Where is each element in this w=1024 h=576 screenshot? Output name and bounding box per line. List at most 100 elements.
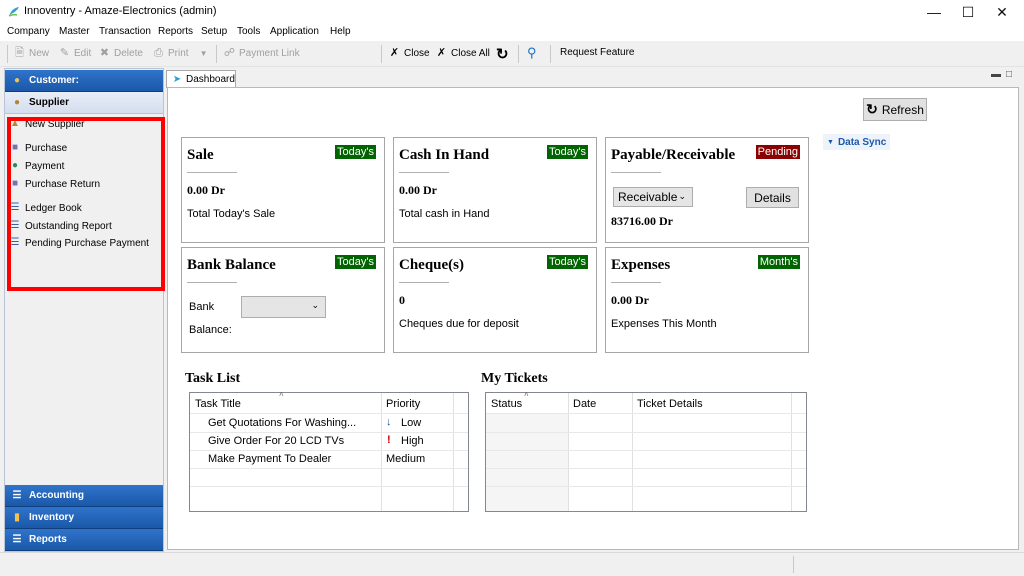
search-icon[interactable]: ⚲ (527, 45, 537, 61)
task-title-cell[interactable]: Get Quotations For Washing... (208, 417, 356, 429)
menu-bar: Company Master Transaction Reports Setup… (0, 24, 1024, 41)
close-button[interactable]: ✗ Close (388, 47, 430, 60)
payable-badge: Pending (755, 145, 800, 159)
task-priority-cell[interactable]: Low (401, 417, 421, 429)
task-title-cell[interactable]: Give Order For 20 LCD TVs (208, 435, 344, 447)
maximize-button[interactable]: ☐ (951, 0, 985, 24)
payment-link-label: Payment Link (239, 48, 300, 59)
toolbar-separator (550, 45, 551, 63)
column-header-date[interactable]: Date (573, 398, 596, 410)
delete-icon: ✖ (99, 47, 110, 59)
cheque-description: Cheques due for deposit (399, 318, 519, 330)
menu-help[interactable]: Help (330, 26, 351, 37)
column-header-status[interactable]: Status (491, 398, 522, 410)
menu-transaction[interactable]: Transaction (99, 26, 151, 37)
sidebar-section-accounting[interactable]: ☰ Accounting (5, 485, 163, 507)
payment-link-button[interactable]: ☍ Payment Link (223, 47, 300, 60)
row-divider (190, 468, 468, 469)
tab-dashboard[interactable]: ➤ Dashboard (166, 70, 236, 88)
reload-icon[interactable]: ↻ (496, 45, 509, 63)
supplier-icon: ● (13, 96, 21, 108)
bank-select[interactable]: ⌄ (241, 296, 326, 318)
row-divider (190, 450, 468, 451)
minimize-tab-icon[interactable]: ▬ (991, 69, 1001, 80)
refresh-label: Refresh (881, 102, 924, 117)
data-sync-toggle[interactable]: ▼ Data Sync (823, 134, 891, 150)
divider (611, 172, 661, 173)
title-bar: Innoventry - Amaze-Electronics (admin) —… (0, 0, 1024, 24)
status-bar (0, 552, 1024, 576)
sale-card: Sale Today's 0.00 Dr Total Today's Sale (181, 137, 385, 243)
column-divider (453, 393, 454, 511)
reports-label: Reports (29, 534, 67, 545)
bank-balance-card: Bank Balance Today's Bank ⌄ Balance: (181, 247, 385, 353)
new-label: New (29, 48, 50, 59)
status-column-fill (486, 413, 568, 511)
task-priority-cell[interactable]: High (401, 435, 424, 447)
edit-button[interactable]: ✎ Edit (58, 47, 91, 60)
sidebar-section-reports[interactable]: ☰ Reports (5, 529, 163, 551)
expenses-description: Expenses This Month (611, 318, 717, 330)
column-header-task-title[interactable]: Task Title (195, 398, 241, 410)
row-divider (190, 432, 468, 433)
expenses-title: Expenses (611, 257, 671, 273)
request-feature-button[interactable]: Request Feature (560, 47, 635, 58)
tickets-grid[interactable]: Status ˄ Date Ticket Details (485, 390, 807, 512)
chevron-down-icon: ▼ (827, 138, 834, 146)
edit-icon: ✎ (59, 47, 70, 59)
cash-badge: Today's (547, 145, 588, 159)
minimize-button[interactable]: — (917, 0, 951, 24)
toolbar-separator (518, 45, 519, 63)
details-button[interactable]: Details (746, 187, 799, 208)
accounting-icon: ☰ (12, 489, 22, 501)
close-window-button[interactable]: ✕ (985, 0, 1019, 24)
tab-strip: ➤ Dashboard (166, 68, 1020, 88)
menu-reports[interactable]: Reports (158, 26, 193, 37)
arrow-down-icon: ↓ (386, 416, 392, 428)
sidebar-section-customer[interactable]: ● Customer: (5, 70, 163, 92)
payable-receivable-card: Payable/Receivable Pending Receivable ⌄ … (605, 137, 809, 243)
cash-description: Total cash in Hand (399, 208, 490, 220)
chevron-down-icon[interactable]: ▼ (200, 49, 208, 58)
cash-in-hand-card: Cash In Hand Today's 0.00 Dr Total cash … (393, 137, 597, 243)
sidebar-section-supplier[interactable]: ● Supplier (5, 92, 163, 114)
task-priority-cell[interactable]: Medium (386, 453, 425, 465)
divider (187, 172, 237, 173)
print-button[interactable]: ⎙ Print ▼ (152, 47, 207, 60)
task-title-cell[interactable]: Make Payment To Dealer (208, 453, 331, 465)
column-divider (632, 393, 633, 511)
menu-application[interactable]: Application (270, 26, 319, 37)
sale-badge: Today's (335, 145, 376, 159)
inventory-icon: ▮ (14, 511, 20, 523)
menu-company[interactable]: Company (7, 26, 50, 37)
new-button[interactable]: 🗎 New (13, 47, 49, 60)
column-divider (568, 393, 569, 511)
maximize-tab-icon[interactable]: □ (1006, 69, 1012, 80)
cheques-card: Cheque(s) Today's 0 Cheques due for depo… (393, 247, 597, 353)
delete-button[interactable]: ✖ Delete (98, 47, 143, 60)
reports-icon: ☰ (12, 533, 22, 545)
close-all-label: Close All (451, 48, 490, 59)
receivable-select[interactable]: Receivable ⌄ (613, 187, 693, 207)
menu-master[interactable]: Master (59, 26, 90, 37)
close-all-button[interactable]: ✗ Close All (435, 47, 490, 60)
receivable-select-value: Receivable (618, 190, 678, 204)
request-feature-label: Request Feature (560, 47, 635, 58)
close-all-icon: ✗ (436, 47, 447, 59)
menu-setup[interactable]: Setup (201, 26, 227, 37)
task-list-grid[interactable]: Task Title ˄ Priority Get Quotations For… (189, 390, 469, 512)
row-divider (190, 486, 468, 487)
toolbar-separator (216, 45, 217, 63)
row-divider (190, 413, 468, 414)
divider (611, 282, 661, 283)
close-tab-icon: ✗ (389, 47, 400, 59)
column-header-priority[interactable]: Priority (386, 398, 420, 410)
column-header-ticket-details[interactable]: Ticket Details (637, 398, 703, 410)
sale-description: Total Today's Sale (187, 208, 276, 220)
refresh-button[interactable]: ↻ Refresh (863, 98, 927, 121)
data-sync-label: Data Sync (837, 136, 887, 148)
expenses-amount: 0.00 Dr (611, 293, 649, 307)
menu-tools[interactable]: Tools (237, 26, 260, 37)
sidebar-section-inventory[interactable]: ▮ Inventory (5, 507, 163, 529)
edit-label: Edit (74, 48, 92, 59)
